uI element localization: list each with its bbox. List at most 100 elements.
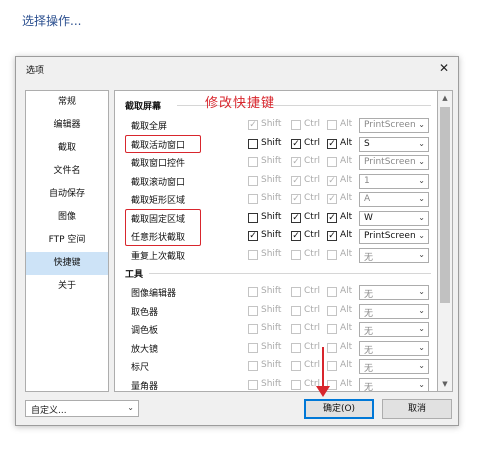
ctrl-checkbox[interactable] [291, 342, 301, 353]
sidebar-item[interactable]: FTP 空间 [26, 229, 108, 252]
alt-checkbox[interactable]: ✓ [327, 231, 337, 241]
hotkey-row-label: 截取全屏 [131, 122, 168, 132]
chevron-down-icon: ⌄ [418, 287, 425, 296]
ctrl-checkbox[interactable]: ✓ [291, 231, 301, 241]
hotkey-row: 截取全屏 ✓ Shift Ctrl Alt PrintScreen ⌄ [115, 116, 437, 134]
shift-checkbox-label: Shift [261, 211, 282, 222]
alt-checkbox-label: Alt [340, 360, 353, 370]
alt-checkbox[interactable] [327, 361, 337, 371]
alt-checkbox-label: Alt [340, 341, 353, 352]
ctrl-checkbox[interactable]: ✓ [291, 194, 301, 204]
shift-checkbox[interactable] [248, 379, 258, 390]
scroll-down-arrow-icon[interactable]: ▼ [438, 377, 452, 391]
shift-checkbox-label: Shift [261, 360, 282, 370]
hotkey-key-dropdown[interactable]: A ⌄ [359, 192, 429, 207]
hotkey-key-dropdown[interactable]: PrintScreen ⌄ [359, 229, 429, 244]
hotkey-key-dropdown[interactable]: 无 ⌄ [359, 247, 429, 263]
cancel-button[interactable]: 取消 [382, 399, 452, 419]
shift-checkbox[interactable] [248, 305, 258, 316]
alt-checkbox[interactable]: ✓ [327, 212, 337, 223]
alt-checkbox-label: Alt [340, 119, 353, 129]
highlight-box [125, 208, 201, 246]
shift-checkbox[interactable] [248, 249, 258, 260]
chevron-down-icon: ⌄ [418, 379, 425, 389]
sidebar-item[interactable]: 图像 [26, 206, 108, 229]
hotkey-key-dropdown[interactable]: 1 ⌄ [359, 173, 429, 189]
ctrl-checkbox[interactable] [291, 120, 301, 130]
scroll-up-arrow-icon[interactable]: ▲ [438, 91, 452, 105]
sidebar-item[interactable]: 截取 [26, 137, 108, 160]
alt-checkbox[interactable] [327, 305, 337, 316]
hotkey-row: 图像编辑器 Shift Ctrl Alt 无 ⌄ [115, 283, 437, 301]
ctrl-checkbox[interactable] [291, 361, 301, 371]
close-icon[interactable]: ✕ [436, 60, 452, 76]
hotkey-key-value: 无 [364, 364, 374, 374]
shift-checkbox-label: Shift [261, 248, 282, 259]
hotkey-row: 量角器 Shift Ctrl Alt 无 ⌄ [115, 376, 437, 391]
hotkey-key-dropdown[interactable]: 无 ⌄ [359, 285, 429, 300]
sidebar-item[interactable]: 常规 [26, 91, 108, 114]
alt-checkbox[interactable]: ✓ [327, 175, 337, 186]
ctrl-checkbox[interactable] [291, 324, 301, 334]
shift-checkbox[interactable] [248, 175, 258, 186]
ctrl-checkbox[interactable] [291, 249, 301, 260]
alt-checkbox[interactable] [327, 157, 337, 167]
shift-checkbox[interactable] [248, 212, 258, 223]
hotkey-key-dropdown[interactable]: 无 ⌄ [359, 340, 429, 356]
annotation-arrow-head [316, 386, 330, 397]
sidebar-item[interactable]: 编辑器 [26, 114, 108, 137]
hotkey-key-value: 无 [364, 345, 374, 356]
ctrl-checkbox[interactable]: ✓ [291, 212, 301, 223]
ctrl-checkbox[interactable] [291, 287, 301, 297]
ctrl-checkbox[interactable]: ✓ [291, 138, 301, 149]
hotkey-key-dropdown[interactable]: 无 ⌄ [359, 303, 429, 319]
shift-checkbox[interactable] [248, 138, 258, 149]
hotkey-key-dropdown[interactable]: PrintScreen ⌄ [359, 118, 429, 133]
shift-checkbox[interactable] [248, 361, 258, 371]
hotkey-key-dropdown[interactable]: 无 ⌄ [359, 377, 429, 391]
shift-checkbox[interactable] [248, 194, 258, 204]
shift-checkbox-label: Shift [261, 286, 282, 296]
alt-checkbox[interactable] [327, 249, 337, 260]
ctrl-checkbox[interactable] [291, 305, 301, 316]
alt-checkbox-label: Alt [340, 174, 353, 185]
ctrl-checkbox[interactable]: ✓ [291, 175, 301, 186]
hotkey-row: 取色器 Shift Ctrl Alt 无 ⌄ [115, 302, 437, 320]
scroll-thumb[interactable] [440, 107, 450, 303]
hotkey-key-dropdown[interactable]: W ⌄ [359, 210, 429, 226]
sidebar-item[interactable]: 快捷键 [26, 252, 108, 275]
alt-checkbox[interactable] [327, 120, 337, 130]
sidebar-item[interactable]: 文件名 [26, 160, 108, 183]
shift-checkbox[interactable] [248, 342, 258, 353]
hotkey-row: 截取窗口控件 Shift ✓ Ctrl Alt PrintScreen ⌄ [115, 153, 437, 171]
hotkey-row: 标尺 Shift Ctrl Alt 无 ⌄ [115, 357, 437, 375]
ctrl-checkbox[interactable] [291, 379, 301, 390]
alt-checkbox[interactable] [327, 287, 337, 297]
hotkey-key-value: PrintScreen [364, 120, 416, 130]
alt-checkbox[interactable] [327, 342, 337, 353]
sidebar-item[interactable]: 关于 [26, 275, 108, 298]
shift-checkbox[interactable]: ✓ [248, 231, 258, 241]
shift-checkbox[interactable] [248, 287, 258, 297]
ok-button[interactable]: 确定(O) [304, 399, 374, 419]
alt-checkbox[interactable] [327, 324, 337, 334]
vertical-scrollbar[interactable]: ▲ ▼ [438, 90, 453, 392]
ctrl-checkbox-label: Ctrl [304, 230, 321, 240]
hotkey-key-value: 无 [364, 327, 374, 337]
ctrl-checkbox[interactable]: ✓ [291, 157, 301, 167]
hotkey-key-dropdown[interactable]: PrintScreen ⌄ [359, 155, 429, 170]
preset-dropdown[interactable]: 自定义... ⌄ [25, 400, 139, 417]
alt-checkbox[interactable]: ✓ [327, 138, 337, 149]
shift-checkbox-label: Shift [261, 156, 282, 166]
hotkey-row: 截取矩形区域 Shift ✓ Ctrl ✓ Alt A ⌄ [115, 190, 437, 208]
shift-checkbox[interactable] [248, 157, 258, 167]
sidebar-item[interactable]: 自动保存 [26, 183, 108, 206]
hotkey-key-dropdown[interactable]: S ⌄ [359, 136, 429, 152]
shift-checkbox[interactable] [248, 324, 258, 334]
alt-checkbox-label: Alt [340, 378, 353, 389]
alt-checkbox[interactable]: ✓ [327, 194, 337, 204]
shift-checkbox[interactable]: ✓ [248, 120, 258, 130]
hotkey-key-dropdown[interactable]: 无 ⌄ [359, 359, 429, 374]
hotkey-key-value: A [364, 194, 371, 204]
hotkey-key-dropdown[interactable]: 无 ⌄ [359, 322, 429, 337]
